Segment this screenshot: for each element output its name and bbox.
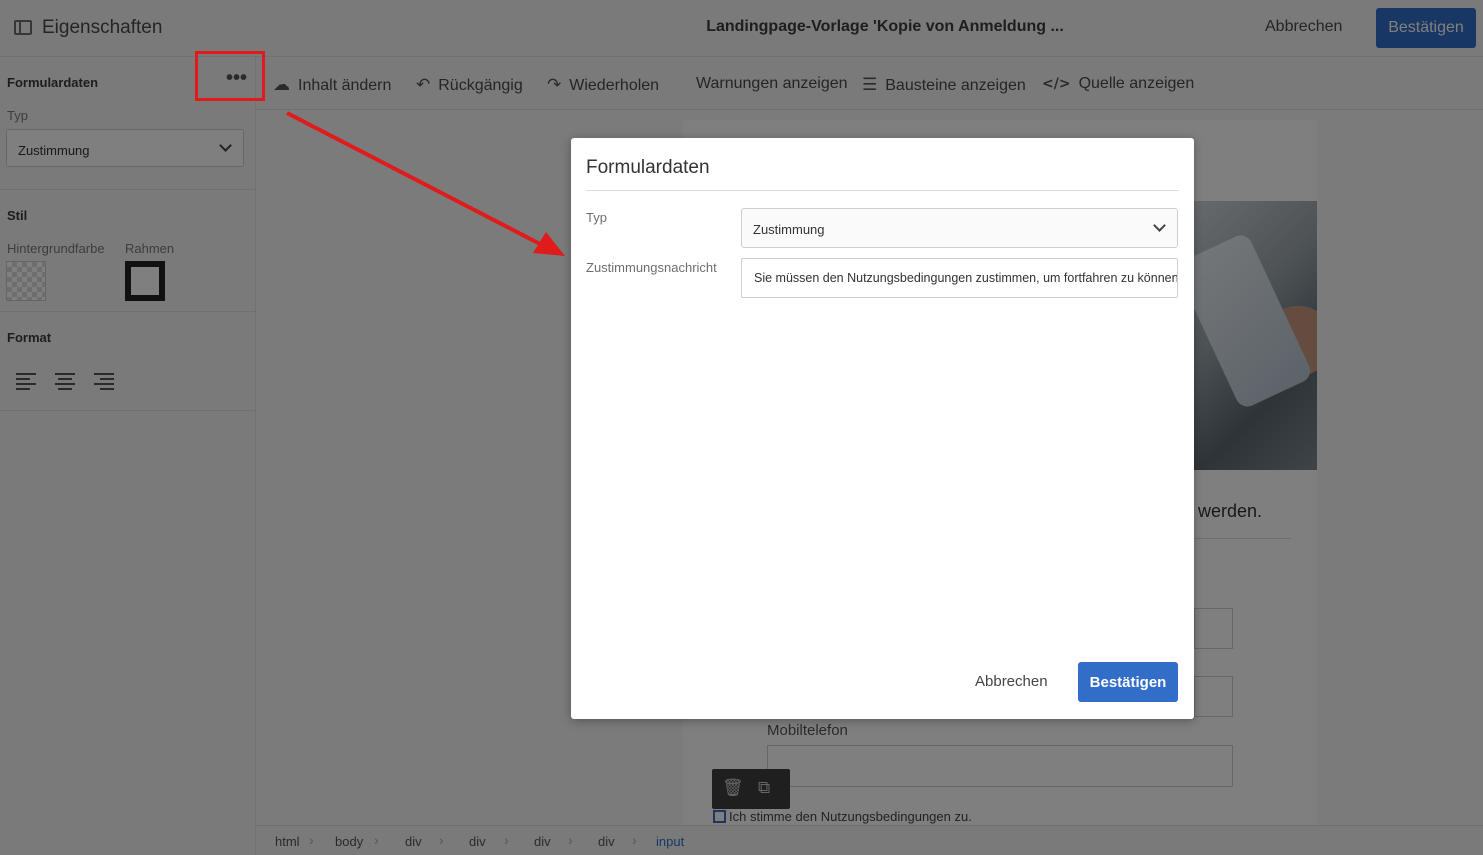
type-select[interactable]: Zustimmung (741, 208, 1178, 248)
consent-message-label: Zustimmungsnachricht (586, 260, 717, 275)
chevron-down-icon (1153, 219, 1166, 232)
type-select-value: Zustimmung (753, 222, 825, 237)
type-label: Typ (586, 210, 607, 225)
confirm-button[interactable]: Bestätigen (1078, 662, 1178, 702)
form-data-dialog: Formulardaten Typ Zustimmung Zustimmungs… (571, 138, 1194, 719)
cancel-button[interactable]: Abbrechen (975, 673, 1048, 690)
annotation-highlight-box (195, 51, 265, 101)
divider (586, 190, 1179, 191)
dialog-title: Formulardaten (586, 157, 710, 178)
consent-message-input[interactable] (741, 258, 1178, 298)
